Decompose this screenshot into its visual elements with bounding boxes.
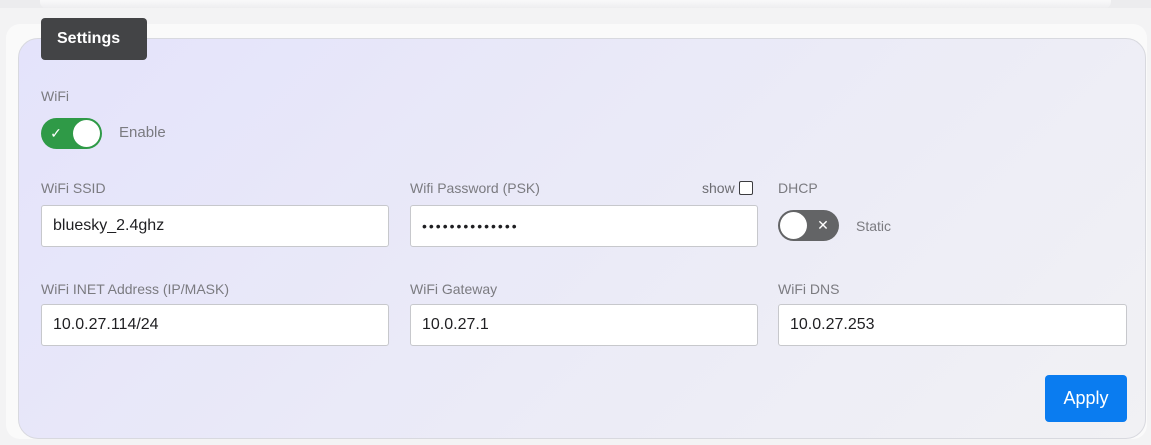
wifi-enable-label: Enable [119, 124, 166, 141]
gateway-input[interactable] [410, 304, 758, 346]
show-password-label: show [702, 180, 735, 196]
settings-tab-title: Settings [41, 18, 147, 60]
password-input[interactable]: •••••••••••••• [410, 205, 758, 247]
inet-label: WiFi INET Address (IP/MASK) [41, 281, 229, 297]
wifi-enable-toggle[interactable]: ✓ [41, 118, 102, 149]
apply-button[interactable]: Apply [1045, 375, 1127, 422]
gateway-label: WiFi Gateway [410, 281, 498, 297]
dns-label: WiFi DNS [778, 281, 840, 297]
show-password-checkbox[interactable] [738, 181, 753, 195]
password-label: Wifi Password (PSK) [410, 180, 540, 196]
toggle-knob [73, 120, 100, 147]
top-strip [0, 0, 1151, 8]
ssid-label: WiFi SSID [41, 180, 106, 196]
wifi-section-label: WiFi [41, 88, 69, 104]
dns-input[interactable] [778, 304, 1127, 346]
show-password-control[interactable]: show [702, 178, 753, 198]
dhcp-toggle[interactable]: ✕ [778, 210, 839, 241]
dhcp-state-label: Static [856, 218, 892, 234]
x-icon: ✕ [817, 217, 829, 233]
toggle-knob [780, 212, 807, 239]
check-icon: ✓ [50, 125, 62, 141]
inet-address-input[interactable] [41, 304, 389, 346]
dhcp-label: DHCP [778, 180, 818, 196]
ssid-input[interactable] [41, 205, 389, 247]
